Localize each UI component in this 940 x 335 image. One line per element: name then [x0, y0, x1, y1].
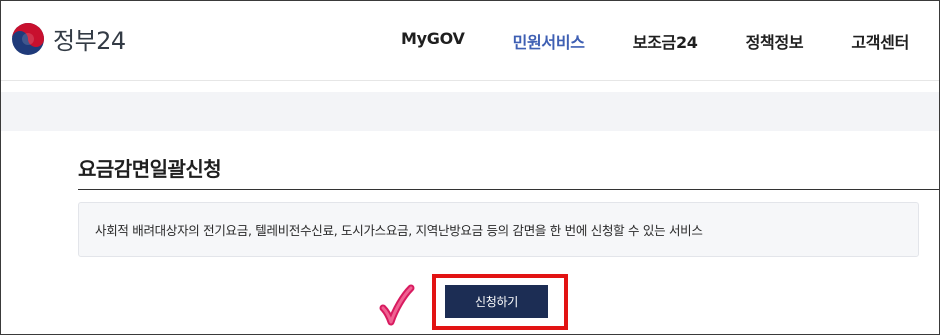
- service-description-box: 사회적 배려대상자의 전기요금, 텔레비전수신료, 도시가스요금, 지역난방요금…: [78, 202, 919, 257]
- nav-item-customer-center[interactable]: 고객센터: [851, 29, 909, 53]
- title-divider: [78, 189, 939, 190]
- nav-item-subsidy24[interactable]: 보조금24: [633, 29, 698, 53]
- site-header: 정부24 MyGOV 민원서비스 보조금24 정책정보 고객센터: [1, 1, 939, 81]
- apply-button[interactable]: 신청하기: [445, 285, 548, 318]
- sub-header-bar: [1, 92, 939, 131]
- main-nav: MyGOV 민원서비스 보조금24 정책정보 고객센터: [353, 29, 909, 53]
- nav-item-policy-info[interactable]: 정책정보: [746, 29, 804, 53]
- taegeuk-emblem-icon: [12, 22, 44, 55]
- site-logo[interactable]: 정부24: [11, 21, 126, 56]
- checkmark-icon: [379, 284, 415, 326]
- nav-item-civil-service[interactable]: 민원서비스: [513, 29, 585, 53]
- nav-item-mygov[interactable]: MyGOV: [401, 29, 465, 53]
- service-description: 사회적 배려대상자의 전기요금, 텔레비전수신료, 도시가스요금, 지역난방요금…: [95, 223, 703, 238]
- logo-text: 정부24: [53, 27, 126, 55]
- page-title: 요금감면일괄신청: [78, 157, 222, 181]
